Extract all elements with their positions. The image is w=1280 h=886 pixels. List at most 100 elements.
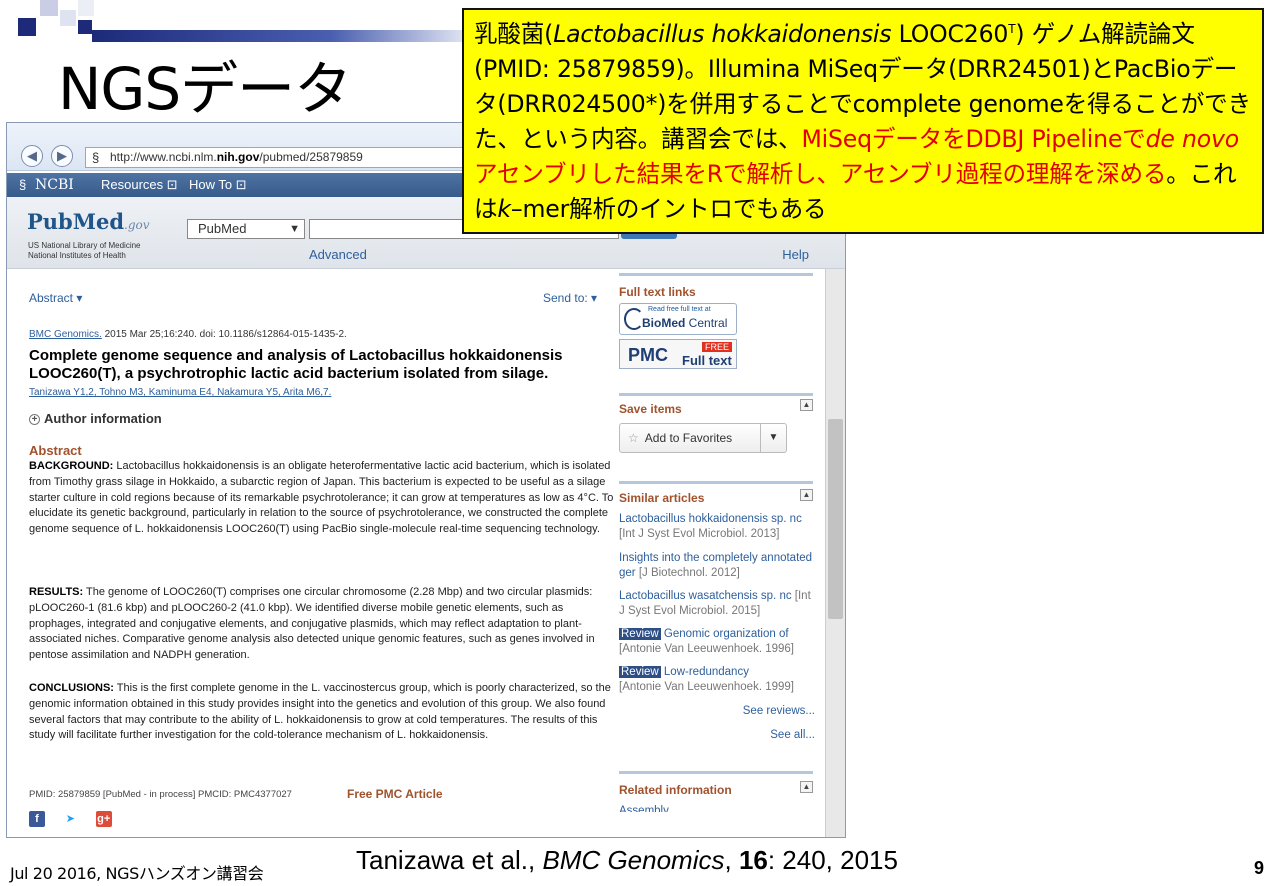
help-link[interactable]: Help: [782, 247, 809, 262]
database-select[interactable]: PubMed ▼: [187, 219, 305, 239]
social-share: f ➤ g+: [29, 811, 126, 827]
callout-kmer-k: k: [497, 194, 511, 223]
twitter-icon[interactable]: ➤: [62, 811, 79, 827]
nlm-caption: US National Library of Medicine National…: [28, 241, 141, 261]
divider: [619, 273, 813, 276]
add-to-favorites-label: Add to Favorites: [644, 431, 733, 445]
slide-decoration-square: [60, 10, 76, 26]
review-badge: Review: [619, 628, 661, 640]
ncbi-logo[interactable]: NCBI: [35, 173, 74, 197]
biomed-central-text: Central: [685, 316, 728, 330]
callout-species: Lactobacillus hokkaidonensis: [553, 19, 892, 48]
full-text-links-heading: Full text links: [619, 285, 696, 299]
citation-rest: : 240, 2015: [767, 845, 898, 875]
ncbi-logo-icon[interactable]: §: [19, 173, 26, 197]
save-items-heading: Save items: [619, 402, 682, 416]
callout-text: LOOC260: [891, 19, 1009, 48]
slide-decoration-square: [78, 0, 94, 16]
biomed-logo-icon: [624, 308, 644, 330]
free-badge: FREE: [702, 342, 733, 352]
article-title: Complete genome sequence and analysis of…: [29, 347, 563, 382]
slide-title: NGSデータ: [58, 55, 352, 123]
chevron-down-icon[interactable]: ▼: [760, 424, 786, 452]
similar-article-title: Lactobacillus hokkaidonensis sp. nc: [619, 513, 802, 525]
similar-article-source: [Int J Syst Evol Microbiol. 2013]: [619, 528, 780, 540]
results-text: The genome of LOOC260(T) comprises one c…: [29, 586, 595, 662]
results-label: RESULTS:: [29, 586, 84, 598]
see-all-link[interactable]: See all...: [770, 729, 815, 741]
scrollbar-thumb[interactable]: [828, 419, 843, 619]
callout-highlight: アセンブリした結果をRで解析し、アセンブリ過程の理解を深める: [474, 159, 1167, 188]
similar-article-item[interactable]: Review Low-redundancy [Antonie Van Leeuwe…: [619, 665, 815, 695]
citation-volume: 16: [738, 845, 768, 875]
resources-menu[interactable]: Resources ⊡: [101, 173, 178, 197]
google-plus-icon[interactable]: g+: [95, 811, 112, 827]
callout-highlight-italic: de novo: [1145, 124, 1240, 153]
see-reviews-link[interactable]: See reviews...: [743, 705, 815, 717]
background-label: BACKGROUND:: [29, 460, 114, 472]
slide-decoration-square: [78, 20, 92, 34]
collapse-icon[interactable]: ▲: [800, 489, 813, 501]
divider: [619, 771, 813, 774]
author-information-label: Author information: [44, 411, 162, 426]
similar-article-title: Genomic organization of: [660, 628, 789, 640]
biomed-small-text: Read free full text at: [648, 306, 711, 313]
address-bar[interactable]: § http://www.ncbi.nlm.nih.gov/pubmed/258…: [85, 147, 485, 168]
slide-decoration-square: [18, 18, 36, 36]
star-icon: ☆: [628, 431, 639, 445]
pubmed-logo[interactable]: PubMed.gov: [27, 209, 150, 234]
conclusions-text: This is the first complete genome in the…: [29, 682, 611, 742]
similar-article-title: Lactobacillus wasatchensis sp. nc: [619, 590, 792, 602]
related-information-heading: Related information: [619, 783, 732, 797]
article-content: Abstract ▾ Send to: ▾ BMC Genomics. 2015…: [7, 269, 827, 837]
callout-highlight: MiSeqデータをDDBJ Pipelineで: [801, 124, 1146, 153]
free-pmc-article-link[interactable]: Free PMC Article: [347, 787, 443, 801]
similar-article-item[interactable]: Insights into the completely annotated g…: [619, 551, 815, 581]
footer-citation: Tanizawa et al., BMC Genomics, 16: 240, …: [356, 845, 898, 875]
nlm-line1: US National Library of Medicine: [28, 241, 141, 250]
similar-article-item[interactable]: Review Genomic organization of [Antonie V…: [619, 627, 815, 657]
url-path: /pubmed/25879859: [259, 150, 363, 164]
send-to-dropdown[interactable]: Send to: ▾: [543, 291, 597, 305]
save-items-panel: ☆ Add to Favorites ▼: [619, 423, 815, 455]
full-text-label: Full text: [682, 353, 732, 368]
biomed-name: BioMed: [642, 316, 686, 330]
author-list[interactable]: Tanizawa Y1,2, Tohno M3, Kaminuma E4, Na…: [29, 387, 331, 398]
pmc-logo: PMC: [628, 345, 668, 365]
advanced-link[interactable]: Advanced: [309, 247, 367, 262]
pubmed-logo-gov: .gov: [124, 218, 150, 232]
pmc-full-text-link[interactable]: PMC FREE Full text: [619, 339, 737, 369]
abstract-background: BACKGROUND: Lactobacillus hokkaidonensis…: [29, 459, 617, 538]
background-text: Lactobacillus hokkaidonensis is an oblig…: [29, 460, 614, 536]
similar-article-source: [J Biotechnol. 2012]: [635, 567, 740, 579]
facebook-icon[interactable]: f: [29, 811, 45, 827]
howto-menu[interactable]: How To ⊡: [189, 173, 247, 197]
similar-article-title: Low-redundancy: [660, 666, 749, 678]
similar-article-item[interactable]: Lactobacillus wasatchensis sp. nc [Int J…: [619, 589, 815, 619]
database-select-value: PubMed: [198, 221, 247, 236]
review-badge: Review: [619, 666, 661, 678]
similar-article-item[interactable]: Lactobacillus hokkaidonensis sp. nc [Int…: [619, 512, 815, 542]
chevron-down-icon: ▼: [289, 223, 300, 235]
forward-button[interactable]: ▶: [51, 145, 73, 167]
annotation-callout: 乳酸菌(Lactobacillus hokkaidonensis LOOC260…: [462, 8, 1264, 234]
biomed-central-link[interactable]: Read free full text at BioMed Central: [619, 303, 737, 335]
journal-citation: BMC Genomics. 2015 Mar 25;16:240. doi: 1…: [29, 329, 347, 340]
journal-link[interactable]: BMC Genomics.: [29, 329, 102, 340]
similar-article-source: [Antonie Van Leeuwenhoek. 1996]: [619, 643, 794, 655]
callout-text: –mer解析のイントロでもある: [510, 194, 827, 223]
url-domain: nih.gov: [216, 150, 260, 164]
vertical-scrollbar[interactable]: [825, 269, 845, 837]
slide-decoration-square: [40, 0, 58, 16]
format-dropdown[interactable]: Abstract ▾: [29, 291, 82, 305]
collapse-icon[interactable]: ▲: [800, 399, 813, 411]
author-information-toggle[interactable]: + Author information: [29, 411, 162, 426]
collapse-icon[interactable]: ▲: [800, 781, 813, 793]
back-button[interactable]: ◀: [21, 145, 43, 167]
citation-authors: Tanizawa et al.,: [356, 845, 543, 875]
add-to-favorites-button[interactable]: ☆ Add to Favorites ▼: [619, 423, 787, 453]
assembly-link[interactable]: Assembly: [619, 804, 815, 812]
abstract-heading: Abstract: [29, 443, 82, 458]
pmid-line: PMID: 25879859 [PubMed - in process] PMC…: [29, 789, 292, 800]
abstract-conclusions: CONCLUSIONS: This is the first complete …: [29, 681, 617, 744]
